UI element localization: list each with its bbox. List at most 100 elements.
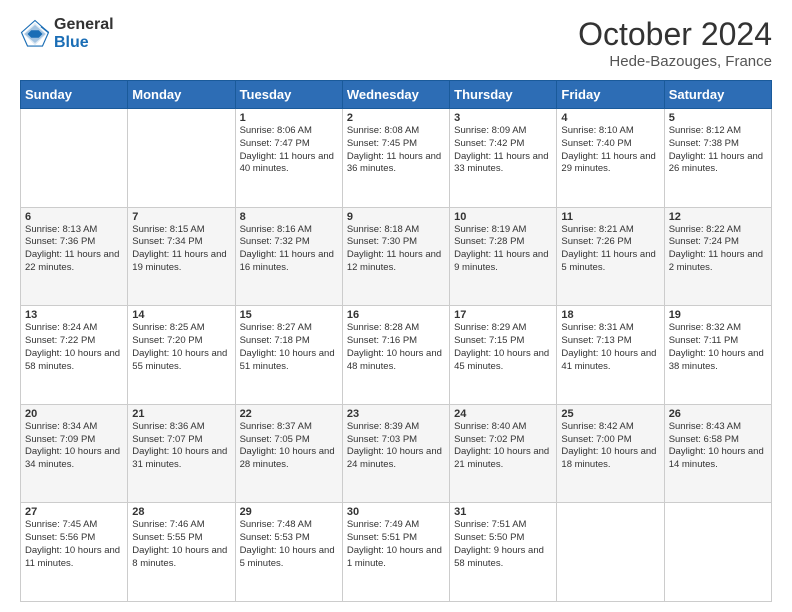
- daylight-text: Daylight: 11 hours and 26 minutes.: [669, 151, 763, 175]
- header: General Blue October 2024 Hede-Bazouges,…: [20, 16, 772, 70]
- week-row-2: 6 Sunrise: 8:13 AM Sunset: 7:36 PM Dayli…: [21, 207, 772, 306]
- day-info: Sunrise: 8:32 AM Sunset: 7:11 PM Dayligh…: [669, 322, 767, 373]
- daylight-text: Daylight: 10 hours and 5 minutes.: [240, 545, 335, 569]
- day-info: Sunrise: 7:45 AM Sunset: 5:56 PM Dayligh…: [25, 519, 123, 570]
- day-number: 20: [25, 408, 123, 420]
- day-number: 23: [347, 408, 445, 420]
- sunset-text: Sunset: 7:30 PM: [347, 236, 417, 247]
- day-info: Sunrise: 8:12 AM Sunset: 7:38 PM Dayligh…: [669, 125, 767, 176]
- daylight-text: Daylight: 11 hours and 22 minutes.: [25, 249, 119, 273]
- calendar-cell-1-3: 9 Sunrise: 8:18 AM Sunset: 7:30 PM Dayli…: [342, 207, 449, 306]
- daylight-text: Daylight: 10 hours and 14 minutes.: [669, 446, 764, 470]
- calendar-cell-4-5: [557, 503, 664, 602]
- day-number: 12: [669, 211, 767, 223]
- day-number: 27: [25, 506, 123, 518]
- day-info: Sunrise: 8:06 AM Sunset: 7:47 PM Dayligh…: [240, 125, 338, 176]
- sunset-text: Sunset: 7:15 PM: [454, 335, 524, 346]
- sunrise-text: Sunrise: 8:36 AM: [132, 421, 204, 432]
- header-saturday: Saturday: [664, 81, 771, 109]
- sunset-text: Sunset: 7:02 PM: [454, 434, 524, 445]
- calendar-cell-1-5: 11 Sunrise: 8:21 AM Sunset: 7:26 PM Dayl…: [557, 207, 664, 306]
- day-info: Sunrise: 8:25 AM Sunset: 7:20 PM Dayligh…: [132, 322, 230, 373]
- day-number: 18: [561, 309, 659, 321]
- week-row-1: 1 Sunrise: 8:06 AM Sunset: 7:47 PM Dayli…: [21, 109, 772, 208]
- day-number: 22: [240, 408, 338, 420]
- calendar-cell-4-6: [664, 503, 771, 602]
- daylight-text: Daylight: 10 hours and 51 minutes.: [240, 348, 335, 372]
- daylight-text: Daylight: 10 hours and 55 minutes.: [132, 348, 227, 372]
- sunrise-text: Sunrise: 8:15 AM: [132, 224, 204, 235]
- daylight-text: Daylight: 10 hours and 18 minutes.: [561, 446, 656, 470]
- day-info: Sunrise: 8:09 AM Sunset: 7:42 PM Dayligh…: [454, 125, 552, 176]
- calendar-cell-0-4: 3 Sunrise: 8:09 AM Sunset: 7:42 PM Dayli…: [450, 109, 557, 208]
- day-info: Sunrise: 8:18 AM Sunset: 7:30 PM Dayligh…: [347, 224, 445, 275]
- day-number: 4: [561, 112, 659, 124]
- day-number: 16: [347, 309, 445, 321]
- header-wednesday: Wednesday: [342, 81, 449, 109]
- sunrise-text: Sunrise: 8:10 AM: [561, 125, 633, 136]
- sunset-text: Sunset: 6:58 PM: [669, 434, 739, 445]
- sunrise-text: Sunrise: 8:21 AM: [561, 224, 633, 235]
- day-info: Sunrise: 8:40 AM Sunset: 7:02 PM Dayligh…: [454, 421, 552, 472]
- daylight-text: Daylight: 11 hours and 12 minutes.: [347, 249, 441, 273]
- day-number: 15: [240, 309, 338, 321]
- day-info: Sunrise: 8:15 AM Sunset: 7:34 PM Dayligh…: [132, 224, 230, 275]
- day-info: Sunrise: 7:49 AM Sunset: 5:51 PM Dayligh…: [347, 519, 445, 570]
- day-info: Sunrise: 7:46 AM Sunset: 5:55 PM Dayligh…: [132, 519, 230, 570]
- sunrise-text: Sunrise: 7:51 AM: [454, 519, 526, 530]
- logo-general-text: General: [54, 16, 114, 34]
- calendar-table: Sunday Monday Tuesday Wednesday Thursday…: [20, 80, 772, 602]
- sunset-text: Sunset: 7:11 PM: [669, 335, 739, 346]
- day-info: Sunrise: 8:43 AM Sunset: 6:58 PM Dayligh…: [669, 421, 767, 472]
- calendar-cell-4-3: 30 Sunrise: 7:49 AM Sunset: 5:51 PM Dayl…: [342, 503, 449, 602]
- sunset-text: Sunset: 7:40 PM: [561, 138, 631, 149]
- sunrise-text: Sunrise: 8:37 AM: [240, 421, 312, 432]
- day-number: 5: [669, 112, 767, 124]
- day-number: 14: [132, 309, 230, 321]
- daylight-text: Daylight: 11 hours and 19 minutes.: [132, 249, 226, 273]
- sunrise-text: Sunrise: 7:49 AM: [347, 519, 419, 530]
- calendar-cell-2-1: 14 Sunrise: 8:25 AM Sunset: 7:20 PM Dayl…: [128, 306, 235, 405]
- sunset-text: Sunset: 5:56 PM: [25, 532, 95, 543]
- calendar-cell-3-1: 21 Sunrise: 8:36 AM Sunset: 7:07 PM Dayl…: [128, 404, 235, 503]
- sunrise-text: Sunrise: 8:31 AM: [561, 322, 633, 333]
- header-tuesday: Tuesday: [235, 81, 342, 109]
- day-number: 11: [561, 211, 659, 223]
- sunrise-text: Sunrise: 8:24 AM: [25, 322, 97, 333]
- day-info: Sunrise: 8:29 AM Sunset: 7:15 PM Dayligh…: [454, 322, 552, 373]
- calendar-cell-2-0: 13 Sunrise: 8:24 AM Sunset: 7:22 PM Dayl…: [21, 306, 128, 405]
- week-row-3: 13 Sunrise: 8:24 AM Sunset: 7:22 PM Dayl…: [21, 306, 772, 405]
- sunrise-text: Sunrise: 8:32 AM: [669, 322, 741, 333]
- day-info: Sunrise: 8:22 AM Sunset: 7:24 PM Dayligh…: [669, 224, 767, 275]
- calendar-cell-1-0: 6 Sunrise: 8:13 AM Sunset: 7:36 PM Dayli…: [21, 207, 128, 306]
- daylight-text: Daylight: 10 hours and 8 minutes.: [132, 545, 227, 569]
- logo-blue-text: Blue: [54, 34, 114, 52]
- sunset-text: Sunset: 7:45 PM: [347, 138, 417, 149]
- calendar-cell-0-2: 1 Sunrise: 8:06 AM Sunset: 7:47 PM Dayli…: [235, 109, 342, 208]
- day-info: Sunrise: 8:37 AM Sunset: 7:05 PM Dayligh…: [240, 421, 338, 472]
- daylight-text: Daylight: 11 hours and 36 minutes.: [347, 151, 441, 175]
- day-number: 1: [240, 112, 338, 124]
- calendar-cell-0-5: 4 Sunrise: 8:10 AM Sunset: 7:40 PM Dayli…: [557, 109, 664, 208]
- daylight-text: Daylight: 10 hours and 45 minutes.: [454, 348, 549, 372]
- sunset-text: Sunset: 7:34 PM: [132, 236, 202, 247]
- calendar-cell-3-2: 22 Sunrise: 8:37 AM Sunset: 7:05 PM Dayl…: [235, 404, 342, 503]
- sunset-text: Sunset: 7:07 PM: [132, 434, 202, 445]
- day-number: 17: [454, 309, 552, 321]
- daylight-text: Daylight: 10 hours and 11 minutes.: [25, 545, 120, 569]
- logo-text: General Blue: [54, 16, 114, 51]
- calendar-cell-3-4: 24 Sunrise: 8:40 AM Sunset: 7:02 PM Dayl…: [450, 404, 557, 503]
- weekday-header-row: Sunday Monday Tuesday Wednesday Thursday…: [21, 81, 772, 109]
- day-number: 28: [132, 506, 230, 518]
- calendar-cell-4-0: 27 Sunrise: 7:45 AM Sunset: 5:56 PM Dayl…: [21, 503, 128, 602]
- day-number: 10: [454, 211, 552, 223]
- day-number: 13: [25, 309, 123, 321]
- day-info: Sunrise: 8:42 AM Sunset: 7:00 PM Dayligh…: [561, 421, 659, 472]
- daylight-text: Daylight: 10 hours and 38 minutes.: [669, 348, 764, 372]
- sunrise-text: Sunrise: 8:19 AM: [454, 224, 526, 235]
- sunset-text: Sunset: 5:50 PM: [454, 532, 524, 543]
- daylight-text: Daylight: 11 hours and 33 minutes.: [454, 151, 548, 175]
- calendar-cell-0-3: 2 Sunrise: 8:08 AM Sunset: 7:45 PM Dayli…: [342, 109, 449, 208]
- day-number: 25: [561, 408, 659, 420]
- sunset-text: Sunset: 7:24 PM: [669, 236, 739, 247]
